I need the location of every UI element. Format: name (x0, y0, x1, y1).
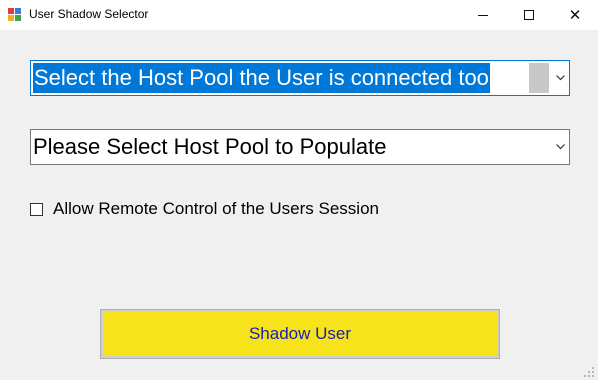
shadow-user-button[interactable]: Shadow User (100, 309, 500, 359)
chevron-down-icon[interactable] (554, 139, 566, 155)
remote-control-option[interactable]: Allow Remote Control of the Users Sessio… (30, 199, 379, 219)
chevron-down-icon[interactable] (554, 70, 566, 86)
session-dropdown-value: Please Select Host Pool to Populate (33, 134, 387, 159)
app-icon (8, 8, 22, 22)
close-button[interactable]: ✕ (552, 0, 598, 30)
resize-grip-icon[interactable] (583, 365, 595, 377)
selection-caret-area (529, 63, 549, 93)
session-dropdown[interactable]: Please Select Host Pool to Populate (30, 129, 570, 165)
maximize-button[interactable] (506, 0, 552, 30)
remote-control-checkbox[interactable] (30, 202, 43, 216)
minimize-button[interactable] (460, 0, 506, 30)
title-bar: User Shadow Selector ✕ (0, 0, 598, 30)
close-icon: ✕ (568, 7, 582, 24)
maximize-icon (524, 10, 534, 20)
minimize-icon (478, 14, 488, 16)
host-pool-dropdown[interactable]: Select the Host Pool the User is connect… (30, 60, 570, 96)
host-pool-dropdown-value: Select the Host Pool the User is connect… (33, 63, 490, 93)
remote-control-label[interactable]: Allow Remote Control of the Users Sessio… (53, 199, 379, 219)
window-title: User Shadow Selector (29, 7, 149, 21)
